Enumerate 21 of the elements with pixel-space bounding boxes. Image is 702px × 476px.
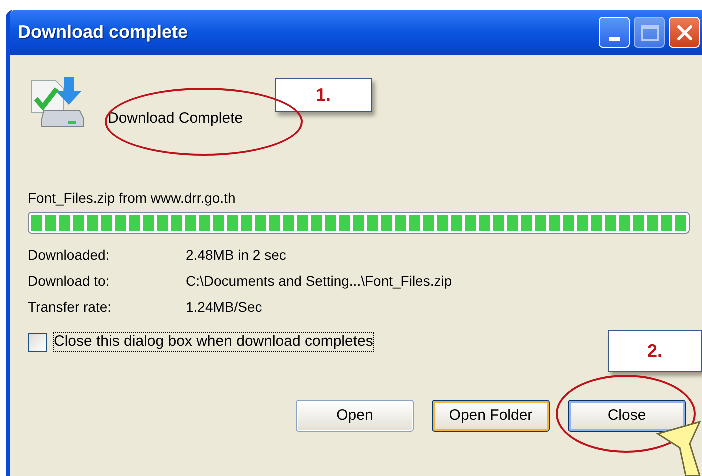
dialog-button[interactable]: Close (568, 400, 686, 432)
dialog-button[interactable]: Open (296, 400, 414, 432)
callout-label: 1. (275, 78, 372, 112)
detail-label: Downloaded: (28, 246, 111, 264)
detail-value: C:\Documents and Setting...\Font_Files.zip (186, 272, 452, 291)
callout-label: 2. (608, 330, 702, 372)
pointer-arrow-icon (656, 420, 702, 476)
minimize-button[interactable] (599, 17, 630, 48)
checkbox[interactable] (28, 332, 47, 352)
dialog-button[interactable]: Open Folder (432, 400, 550, 432)
detail-label: Transfer rate: (28, 298, 113, 316)
close-icon (676, 24, 694, 42)
detail-value: 2.48MB in 2 sec (186, 246, 286, 264)
window-title: Download complete (18, 21, 190, 44)
detail-label: Download to: (28, 272, 111, 290)
detail-value: 1.24MB/Sec (186, 298, 262, 316)
download-source: Font_Files.zip from www.drr.go.th (28, 189, 237, 208)
maximize-button[interactable] (634, 17, 665, 48)
checkbox-label[interactable]: Close this dialog box when download completes (53, 332, 374, 352)
close-button[interactable] (669, 17, 700, 48)
status-message: Download Complete (108, 108, 244, 129)
